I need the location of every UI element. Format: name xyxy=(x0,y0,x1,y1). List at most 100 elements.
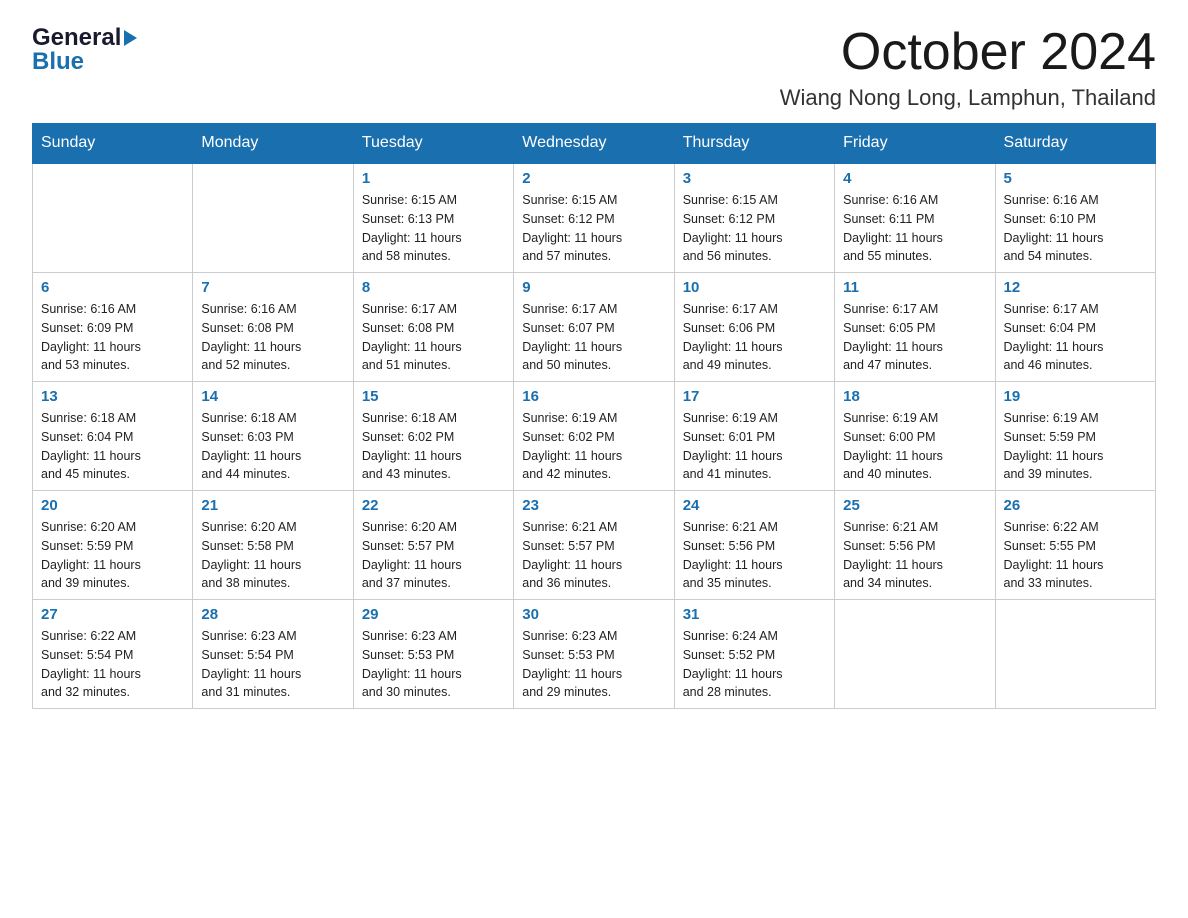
calendar-week-5: 27 Sunrise: 6:22 AM Sunset: 5:54 PM Dayli… xyxy=(33,600,1156,709)
day-number: 17 xyxy=(683,388,826,405)
day-number: 2 xyxy=(522,170,665,187)
calendar-cell: 7 Sunrise: 6:16 AM Sunset: 6:08 PM Daylig… xyxy=(193,273,353,382)
day-info: Sunrise: 6:17 AM Sunset: 6:08 PM Dayligh… xyxy=(362,300,505,375)
day-info: Sunrise: 6:20 AM Sunset: 5:59 PM Dayligh… xyxy=(41,518,184,593)
page-header: General Blue October 2024 Wiang Nong Lon… xyxy=(32,24,1156,111)
calendar-cell: 27 Sunrise: 6:22 AM Sunset: 5:54 PM Dayli… xyxy=(33,600,193,709)
day-number: 14 xyxy=(201,388,344,405)
calendar-week-4: 20Sunrise: 6:20 AM Sunset: 5:59 PM Dayli… xyxy=(33,491,1156,600)
day-info: Sunrise: 6:22 AM Sunset: 5:54 PM Dayligh… xyxy=(41,627,184,702)
day-info: Sunrise: 6:17 AM Sunset: 6:05 PM Dayligh… xyxy=(843,300,986,375)
day-info: Sunrise: 6:16 AM Sunset: 6:11 PM Dayligh… xyxy=(843,191,986,266)
day-info: Sunrise: 6:19 AM Sunset: 5:59 PM Dayligh… xyxy=(1004,409,1147,484)
logo: General Blue xyxy=(32,24,137,76)
calendar-week-2: 6 Sunrise: 6:16 AM Sunset: 6:09 PM Daylig… xyxy=(33,273,1156,382)
day-number: 6 xyxy=(41,279,184,296)
calendar-cell: 31 Sunrise: 6:24 AM Sunset: 5:52 PM Dayli… xyxy=(674,600,834,709)
calendar-body: 1 Sunrise: 6:15 AM Sunset: 6:13 PM Daylig… xyxy=(33,163,1156,709)
weekday-header-monday: Monday xyxy=(193,124,353,164)
title-block: October 2024 Wiang Nong Long, Lamphun, T… xyxy=(780,24,1156,111)
day-info: Sunrise: 6:23 AM Sunset: 5:54 PM Dayligh… xyxy=(201,627,344,702)
calendar-cell: 26 Sunrise: 6:22 AM Sunset: 5:55 PM Dayli… xyxy=(995,491,1155,600)
calendar-cell: 29 Sunrise: 6:23 AM Sunset: 5:53 PM Dayli… xyxy=(353,600,513,709)
day-info: Sunrise: 6:15 AM Sunset: 6:13 PM Dayligh… xyxy=(362,191,505,266)
day-number: 19 xyxy=(1004,388,1147,405)
calendar-cell: 14 Sunrise: 6:18 AM Sunset: 6:03 PM Dayli… xyxy=(193,382,353,491)
day-number: 30 xyxy=(522,606,665,623)
day-info: Sunrise: 6:20 AM Sunset: 5:58 PM Dayligh… xyxy=(201,518,344,593)
calendar-cell: 1 Sunrise: 6:15 AM Sunset: 6:13 PM Daylig… xyxy=(353,163,513,273)
day-number: 3 xyxy=(683,170,826,187)
day-info: Sunrise: 6:15 AM Sunset: 6:12 PM Dayligh… xyxy=(522,191,665,266)
day-info: Sunrise: 6:23 AM Sunset: 5:53 PM Dayligh… xyxy=(522,627,665,702)
calendar-cell: 23Sunrise: 6:21 AM Sunset: 5:57 PM Dayli… xyxy=(514,491,674,600)
calendar-cell: 12 Sunrise: 6:17 AM Sunset: 6:04 PM Dayli… xyxy=(995,273,1155,382)
logo-blue: Blue xyxy=(32,48,137,76)
calendar-cell: 16 Sunrise: 6:19 AM Sunset: 6:02 PM Dayli… xyxy=(514,382,674,491)
calendar-cell: 20Sunrise: 6:20 AM Sunset: 5:59 PM Dayli… xyxy=(33,491,193,600)
day-info: Sunrise: 6:18 AM Sunset: 6:04 PM Dayligh… xyxy=(41,409,184,484)
day-number: 12 xyxy=(1004,279,1147,296)
day-number: 8 xyxy=(362,279,505,296)
calendar-cell: 10Sunrise: 6:17 AM Sunset: 6:06 PM Dayli… xyxy=(674,273,834,382)
day-info: Sunrise: 6:18 AM Sunset: 6:03 PM Dayligh… xyxy=(201,409,344,484)
day-info: Sunrise: 6:19 AM Sunset: 6:02 PM Dayligh… xyxy=(522,409,665,484)
calendar-cell: 25Sunrise: 6:21 AM Sunset: 5:56 PM Dayli… xyxy=(835,491,995,600)
day-number: 27 xyxy=(41,606,184,623)
calendar-cell xyxy=(835,600,995,709)
calendar-cell: 22Sunrise: 6:20 AM Sunset: 5:57 PM Dayli… xyxy=(353,491,513,600)
calendar-week-3: 13 Sunrise: 6:18 AM Sunset: 6:04 PM Dayli… xyxy=(33,382,1156,491)
day-number: 7 xyxy=(201,279,344,296)
day-info: Sunrise: 6:19 AM Sunset: 6:00 PM Dayligh… xyxy=(843,409,986,484)
day-number: 31 xyxy=(683,606,826,623)
day-number: 18 xyxy=(843,388,986,405)
day-info: Sunrise: 6:21 AM Sunset: 5:57 PM Dayligh… xyxy=(522,518,665,593)
calendar-week-1: 1 Sunrise: 6:15 AM Sunset: 6:13 PM Daylig… xyxy=(33,163,1156,273)
calendar-cell: 8 Sunrise: 6:17 AM Sunset: 6:08 PM Daylig… xyxy=(353,273,513,382)
day-info: Sunrise: 6:21 AM Sunset: 5:56 PM Dayligh… xyxy=(843,518,986,593)
calendar-cell: 9 Sunrise: 6:17 AM Sunset: 6:07 PM Daylig… xyxy=(514,273,674,382)
day-number: 24 xyxy=(683,497,826,514)
calendar-header: SundayMondayTuesdayWednesdayThursdayFrid… xyxy=(33,124,1156,164)
weekday-header-tuesday: Tuesday xyxy=(353,124,513,164)
day-info: Sunrise: 6:18 AM Sunset: 6:02 PM Dayligh… xyxy=(362,409,505,484)
day-number: 11 xyxy=(843,279,986,296)
calendar-cell: 17 Sunrise: 6:19 AM Sunset: 6:01 PM Dayli… xyxy=(674,382,834,491)
day-number: 16 xyxy=(522,388,665,405)
calendar-table: SundayMondayTuesdayWednesdayThursdayFrid… xyxy=(32,123,1156,709)
day-number: 10 xyxy=(683,279,826,296)
day-number: 5 xyxy=(1004,170,1147,187)
day-info: Sunrise: 6:22 AM Sunset: 5:55 PM Dayligh… xyxy=(1004,518,1147,593)
calendar-cell: 13 Sunrise: 6:18 AM Sunset: 6:04 PM Dayli… xyxy=(33,382,193,491)
calendar-cell: 11 Sunrise: 6:17 AM Sunset: 6:05 PM Dayli… xyxy=(835,273,995,382)
day-number: 21 xyxy=(201,497,344,514)
day-info: Sunrise: 6:23 AM Sunset: 5:53 PM Dayligh… xyxy=(362,627,505,702)
day-info: Sunrise: 6:19 AM Sunset: 6:01 PM Dayligh… xyxy=(683,409,826,484)
day-info: Sunrise: 6:15 AM Sunset: 6:12 PM Dayligh… xyxy=(683,191,826,266)
calendar-cell: 3 Sunrise: 6:15 AM Sunset: 6:12 PM Daylig… xyxy=(674,163,834,273)
calendar-cell: 6 Sunrise: 6:16 AM Sunset: 6:09 PM Daylig… xyxy=(33,273,193,382)
calendar-cell: 24 Sunrise: 6:21 AM Sunset: 5:56 PM Dayli… xyxy=(674,491,834,600)
weekday-header-friday: Friday xyxy=(835,124,995,164)
day-number: 9 xyxy=(522,279,665,296)
day-number: 26 xyxy=(1004,497,1147,514)
calendar-cell: 30 Sunrise: 6:23 AM Sunset: 5:53 PM Dayli… xyxy=(514,600,674,709)
day-info: Sunrise: 6:17 AM Sunset: 6:04 PM Dayligh… xyxy=(1004,300,1147,375)
calendar-cell: 2 Sunrise: 6:15 AM Sunset: 6:12 PM Daylig… xyxy=(514,163,674,273)
day-info: Sunrise: 6:21 AM Sunset: 5:56 PM Dayligh… xyxy=(683,518,826,593)
day-info: Sunrise: 6:24 AM Sunset: 5:52 PM Dayligh… xyxy=(683,627,826,702)
day-info: Sunrise: 6:17 AM Sunset: 6:07 PM Dayligh… xyxy=(522,300,665,375)
calendar-cell: 19 Sunrise: 6:19 AM Sunset: 5:59 PM Dayli… xyxy=(995,382,1155,491)
calendar-cell: 5Sunrise: 6:16 AM Sunset: 6:10 PM Daylig… xyxy=(995,163,1155,273)
weekday-header-thursday: Thursday xyxy=(674,124,834,164)
day-info: Sunrise: 6:16 AM Sunset: 6:09 PM Dayligh… xyxy=(41,300,184,375)
day-number: 13 xyxy=(41,388,184,405)
day-number: 15 xyxy=(362,388,505,405)
weekday-header-sunday: Sunday xyxy=(33,124,193,164)
logo-text-block: General Blue xyxy=(32,24,137,76)
day-info: Sunrise: 6:16 AM Sunset: 6:08 PM Dayligh… xyxy=(201,300,344,375)
day-number: 29 xyxy=(362,606,505,623)
calendar-cell: 18 Sunrise: 6:19 AM Sunset: 6:00 PM Dayli… xyxy=(835,382,995,491)
day-number: 1 xyxy=(362,170,505,187)
calendar-cell: 4Sunrise: 6:16 AM Sunset: 6:11 PM Daylig… xyxy=(835,163,995,273)
